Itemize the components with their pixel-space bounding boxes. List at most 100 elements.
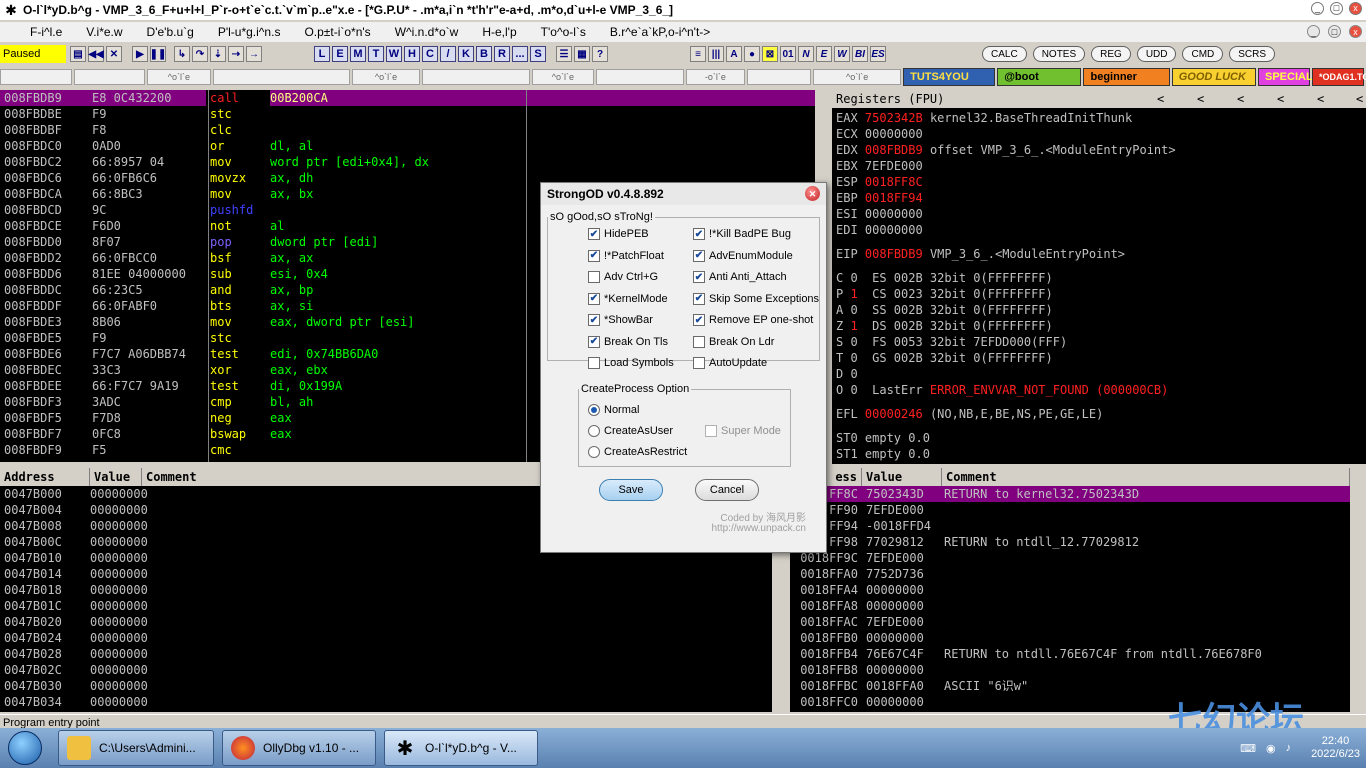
disasm-row[interactable]: 008FBDC0 0AD0 or dl, al [0,138,815,154]
start-button[interactable] [0,728,50,768]
flag-line[interactable]: P 1 CS 0023 32bit 0(FFFFFFFF) [832,286,1366,302]
list-icon[interactable]: ☰ [556,46,572,62]
stack-row[interactable]: 0018FFB0 00000000 [790,630,1350,646]
flag-line[interactable]: S 0 FS 0053 32bit 7EFDD000(FFF) [832,334,1366,350]
flag-line[interactable]: Z 1 DS 002B 32bit 0(FFFFFFFF) [832,318,1366,334]
stack-col-value[interactable]: Value [862,468,942,486]
option-checkbox[interactable]: AutoUpdate [693,357,767,369]
option-checkbox[interactable]: ✔ !*Kill BadPE Bug [693,228,791,240]
disasm-row[interactable]: 008FBDC2 66:8957 04 mov word ptr [edi+0x4],… [0,154,815,170]
option-checkbox[interactable]: ✔ *ShowBar [588,314,653,326]
reg-button[interactable]: REG [1091,46,1131,62]
open-icon[interactable]: ▤ [70,46,86,62]
register-line[interactable]: ESI 00000000 [832,206,1366,222]
register-line[interactable]: EDX 008FBDB9 offset VMP_3_6_.<ModuleEntr… [832,142,1366,158]
step-over-icon[interactable]: ↷ [192,46,208,62]
toolbar-extra-a[interactable]: A [726,46,742,62]
plugin-field[interactable]: ^o`l`e [351,69,421,85]
chevron-left-icon[interactable]: < [1277,92,1284,106]
volume-icon[interactable]: ♪ [1286,742,1292,754]
mdi-close-button[interactable]: x [1349,25,1362,38]
scrs-button[interactable]: SCRS [1229,46,1276,62]
menu-plugins[interactable]: P'l-u*g.i^n.s [206,25,293,39]
createprocess-radio[interactable]: Normal [588,404,639,416]
register-line[interactable]: EBX 7EFDE000 [832,158,1366,174]
close-button[interactable]: x [1349,2,1362,15]
toolbar-button-w[interactable]: W [386,46,402,62]
badge-special[interactable]: SPECIAL [1258,68,1313,86]
execute-till-return-icon[interactable]: → [246,46,262,62]
toolbar-button-k[interactable]: K [458,46,474,62]
dump-row[interactable]: 0047B020 00000000 [0,614,772,630]
notes-button[interactable]: NOTES [1032,46,1086,62]
mdi-restore-button[interactable]: □ [1328,25,1341,38]
disasm-row[interactable]: 008FBDB9 E8 0C432200 call 00B200CA [0,90,815,106]
toolbar-button-s[interactable]: S [530,46,546,62]
toolbar-button-r[interactable]: R [494,46,510,62]
option-checkbox[interactable]: ✔ Break On Tls [588,335,668,348]
toolbar-extra-bars[interactable]: ||| [708,46,724,62]
taskbar-item-ollydbg[interactable]: ✱ O-l`l*yD.b^g - V... [384,730,538,766]
register-line[interactable]: ECX 00000000 [832,126,1366,142]
option-checkbox[interactable]: ✔ *KernelMode [588,292,668,305]
menu-debug[interactable]: D'e'b.u`g [135,25,206,39]
toolbar-button-l[interactable]: L [314,46,330,62]
trace-into-icon[interactable]: ⇣ [210,46,226,62]
chevron-left-icon[interactable]: < [1197,92,1204,106]
dump-row[interactable]: 0047B030 00000000 [0,678,772,694]
empty-field[interactable] [0,69,73,85]
plugin-field[interactable]: ^o`l`e [813,69,902,85]
toolbar-extra-record[interactable]: ● [744,46,760,62]
flag-line[interactable]: T 0 GS 002B 32bit 0(FFFFFFFF) [832,350,1366,366]
createprocess-radio[interactable]: CreateAsUser [588,425,673,437]
calc-button[interactable]: CALC [982,46,1027,62]
menu-help[interactable]: H-e,l'p [470,25,528,39]
keyboard-icon[interactable]: ⌨ [1240,742,1256,755]
disasm-row[interactable]: 008FBDBE F9 stc [0,106,815,122]
stack-row[interactable]: 0018FFA8 00000000 [790,598,1350,614]
option-checkbox[interactable]: ✔ Skip Some Exceptions [693,292,819,305]
toolbar-button-c[interactable]: C [422,46,438,62]
toolbar-extra-e[interactable]: E [816,46,832,62]
menu-window[interactable]: W^i.n.d*o`w [383,25,471,39]
toolbar-button-m[interactable]: M [350,46,366,62]
toolbar-extra-x[interactable]: ⊠ [762,46,778,62]
registers-header[interactable]: Registers (FPU) < < < < < < [832,90,1366,108]
chevron-left-icon[interactable]: < [1237,92,1244,106]
stack-row[interactable]: 0018FFA4 00000000 [790,582,1350,598]
dump-row[interactable]: 0047B014 00000000 [0,566,772,582]
stack-row[interactable]: FF8C 7502343D RETURN to kernel32.7502343D [790,486,1350,502]
badge-tuts4you[interactable]: TUTS4YOU [903,68,996,86]
toolbar-extra-n[interactable]: N [798,46,814,62]
toolbar-button-t[interactable]: T [368,46,384,62]
flag-line[interactable]: A 0 SS 002B 32bit 0(FFFFFFFF) [832,302,1366,318]
option-checkbox[interactable]: ✔ AdvEnumModule [693,249,793,262]
cmd-button[interactable]: CMD [1182,46,1224,62]
stack-row[interactable]: 0018FFB4 76E67C4F RETURN to ntdll.76E67C4F… [790,646,1350,662]
option-checkbox[interactable]: ✔ !*PatchFloat [588,249,664,262]
toolbar-button-slash[interactable]: / [440,46,456,62]
chevron-left-icon[interactable]: < [1356,92,1363,106]
dump-row[interactable]: 0047B02C 00000000 [0,662,772,678]
empty-field[interactable] [596,69,685,85]
chevron-left-icon[interactable]: < [1317,92,1324,106]
help-icon[interactable]: ? [592,46,608,62]
cancel-button[interactable]: Cancel [695,479,759,501]
rewind-icon[interactable]: ◀◀ [88,46,104,62]
dump-row[interactable]: 0047B028 00000000 [0,646,772,662]
chevron-left-icon[interactable]: < [1157,92,1164,106]
dump-col-value[interactable]: Value [90,468,142,486]
mdi-minimize-button[interactable]: _ [1307,25,1320,38]
option-checkbox[interactable]: Break On Ldr [693,335,774,348]
run-icon[interactable]: ▶ [132,46,148,62]
minimize-button[interactable]: _ [1311,2,1324,15]
disasm-row[interactable]: 008FBDBF F8 clc [0,122,815,138]
pause-icon[interactable]: ❚❚ [150,46,166,62]
option-checkbox[interactable]: ✔ Remove EP one-shot [693,314,813,326]
flag-line[interactable]: C 0 ES 002B 32bit 0(FFFFFFFF) [832,270,1366,286]
option-checkbox[interactable]: ✔ HidePEB [588,228,649,240]
step-into-icon[interactable]: ↳ [174,46,190,62]
empty-field[interactable] [746,69,812,85]
empty-field[interactable] [213,69,350,85]
badge-odag1[interactable]: *ODAG1.TO [1312,68,1366,86]
